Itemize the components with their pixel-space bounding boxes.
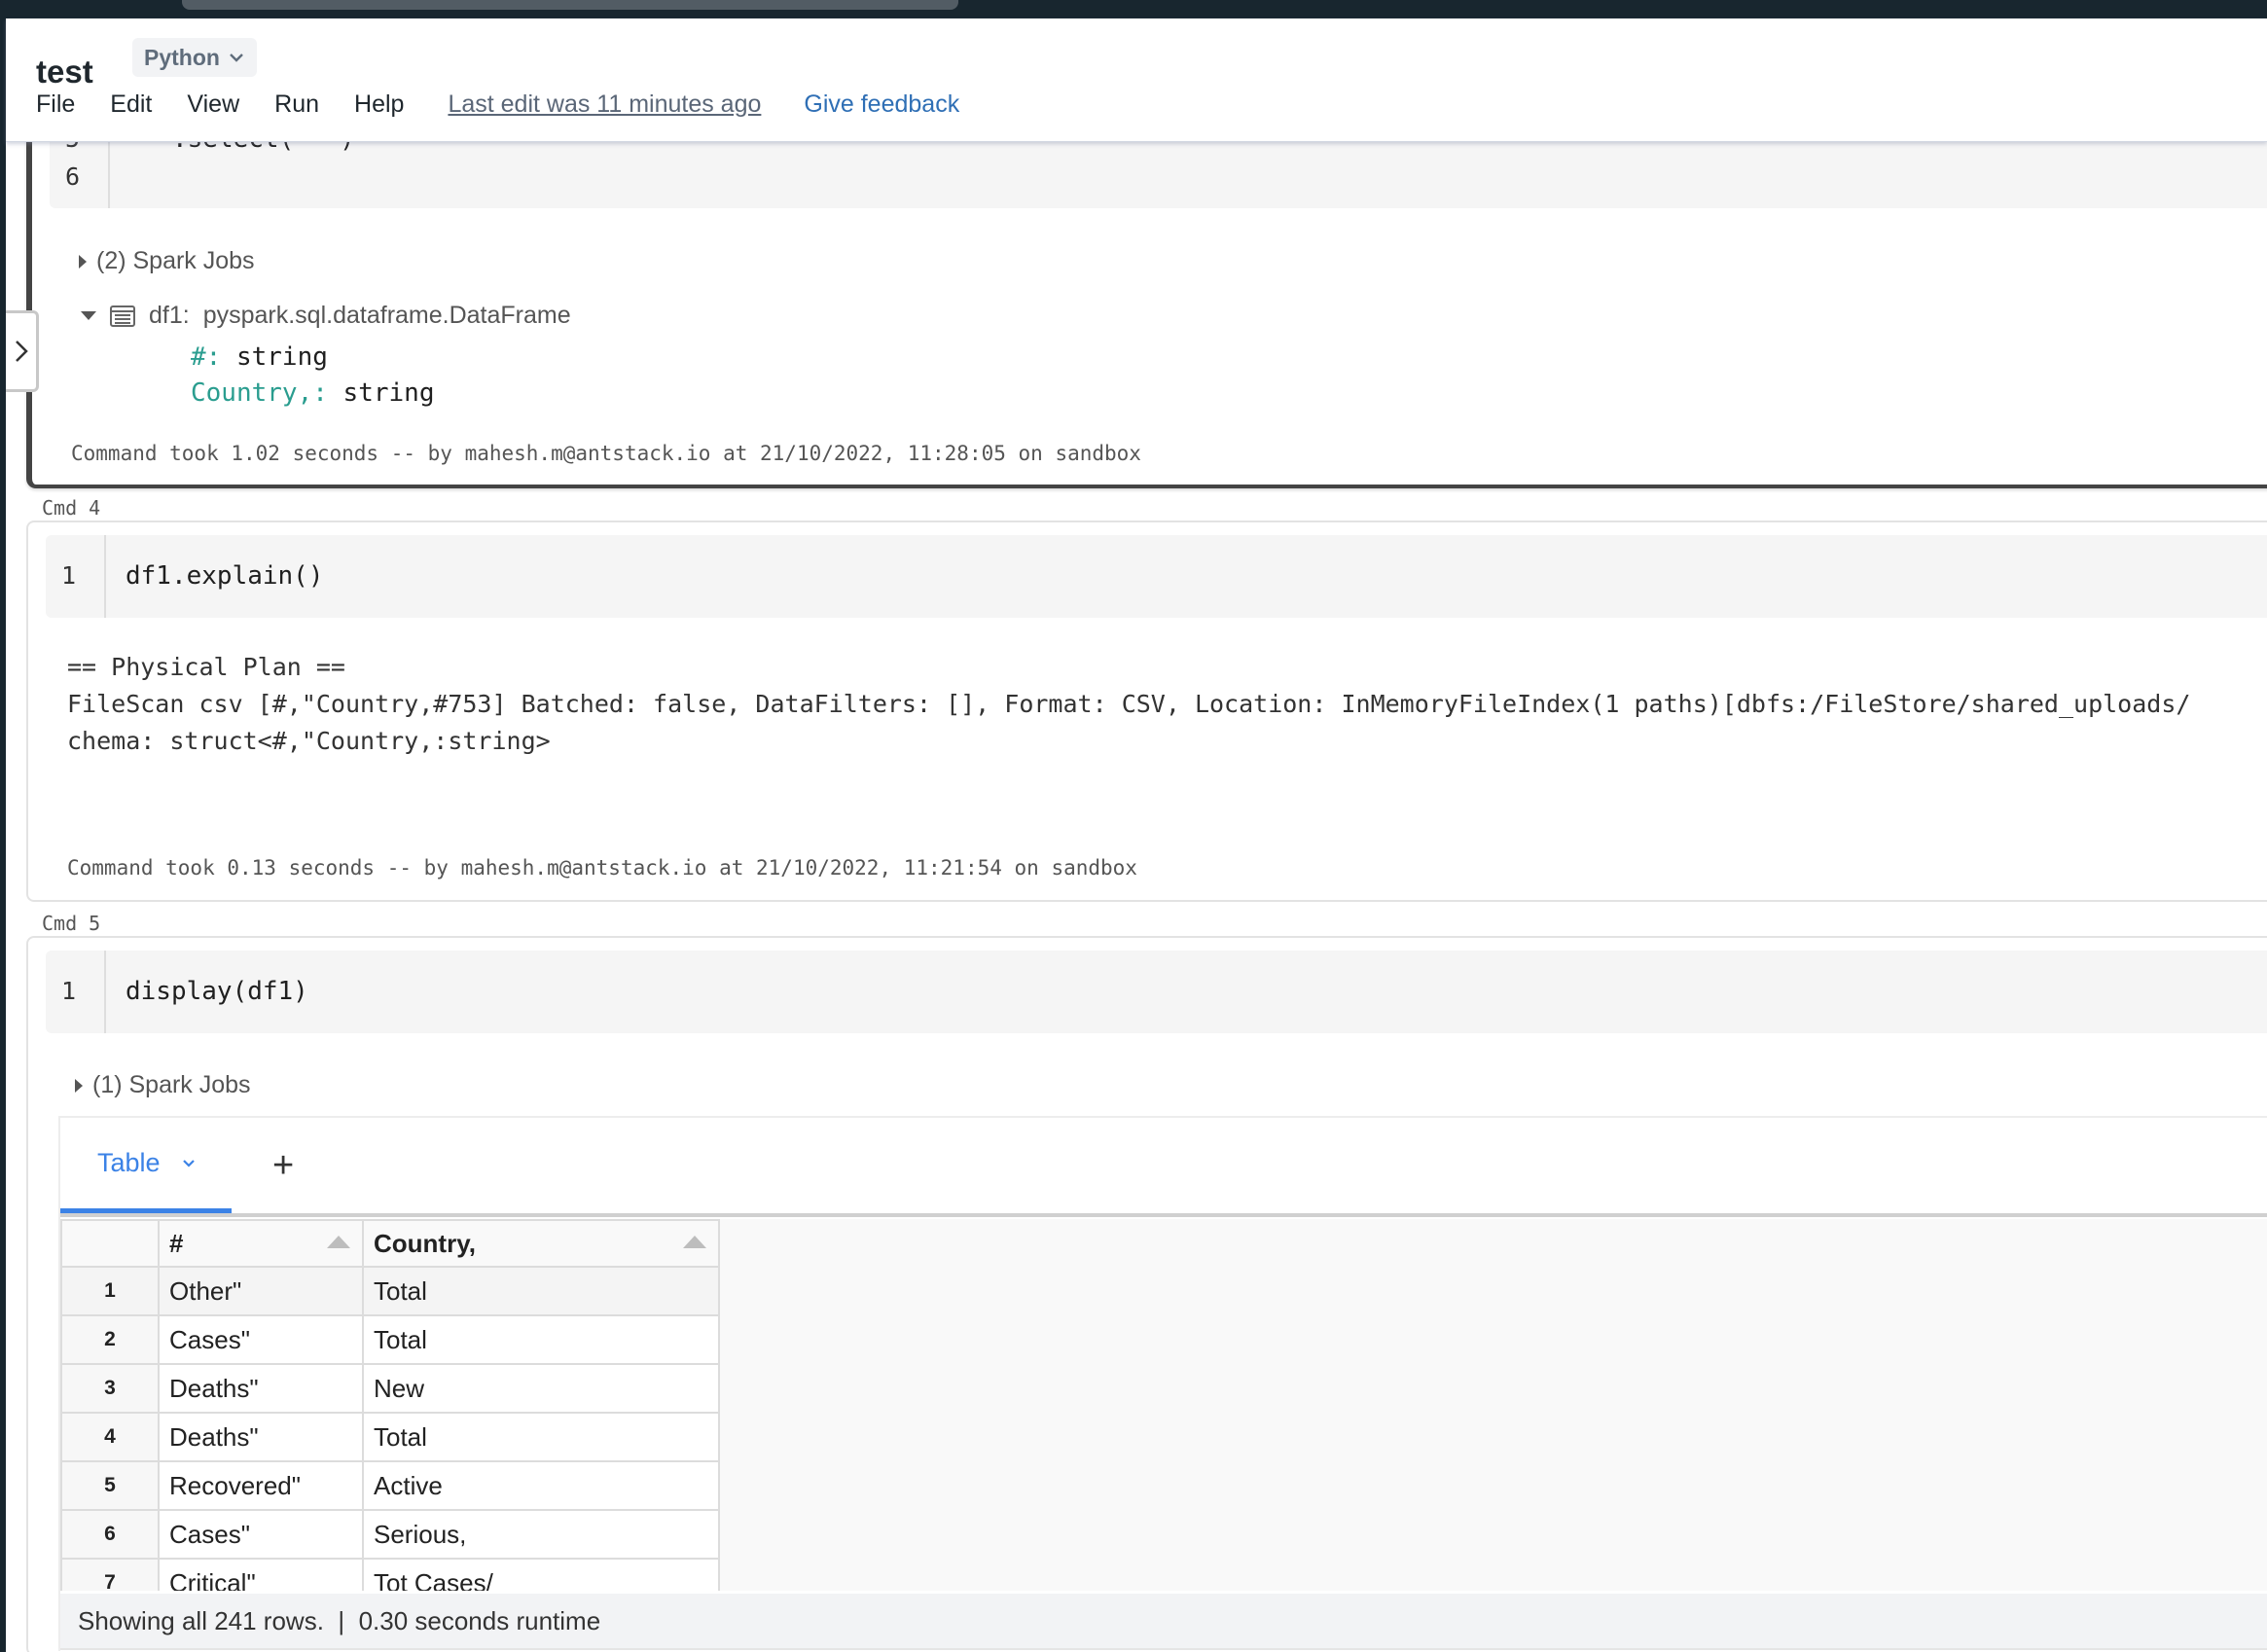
results-table[interactable]: # Country, 1 Other" Total 2 Cases" Total 3 Deat… (60, 1219, 2267, 1591)
table-cell[interactable]: New (362, 1363, 720, 1414)
cell-label: Cmd 4 (42, 496, 101, 520)
chevron-down-icon (230, 54, 243, 62)
chevron-down-icon[interactable] (182, 1159, 196, 1168)
caret-right-icon (79, 254, 87, 269)
explain-output-line: == Physical Plan == (67, 653, 345, 681)
dataframe-type: pyspark.sql.dataframe.DataFrame (202, 302, 571, 329)
sort-asc-icon[interactable] (327, 1236, 350, 1248)
menu-bar: File Edit View Run Help Last edit was 11… (36, 90, 959, 119)
sort-asc-icon[interactable] (683, 1236, 706, 1248)
menu-edit[interactable]: Edit (110, 90, 152, 119)
row-number-cell: 3 (60, 1363, 160, 1414)
display-result-panel: Table + # Country, 1 Other" Total 2 Cases" To… (58, 1116, 2267, 1651)
browser-top-bar (0, 0, 2267, 19)
command-took-status: Command took 1.02 seconds -- by mahesh.m… (71, 442, 1141, 465)
tab-divider (60, 1213, 2267, 1217)
caret-right-icon (75, 1078, 83, 1093)
table-cell[interactable]: Deaths" (158, 1412, 364, 1462)
row-number-cell: 5 (60, 1460, 160, 1511)
column-header[interactable]: # (158, 1219, 364, 1268)
caret-down-icon (81, 311, 96, 320)
table-cell[interactable]: Other" (158, 1266, 364, 1316)
row-number-cell: 6 (60, 1509, 160, 1560)
table-cell[interactable]: Deaths" (158, 1363, 364, 1414)
table-row[interactable]: 6 Cases" Serious, (60, 1509, 720, 1560)
schema-field: Country,: string (191, 378, 434, 408)
code-line: display(df1) (126, 977, 308, 1006)
code-editor[interactable]: 1 display(df1) (46, 951, 2267, 1033)
column-header-label: Country, (374, 1228, 476, 1258)
table-cell[interactable]: Total (362, 1314, 720, 1365)
menu-help[interactable]: Help (354, 90, 404, 119)
menu-run[interactable]: Run (274, 90, 319, 119)
gutter-divider (104, 535, 106, 618)
notebook-title[interactable]: test (36, 54, 93, 90)
row-number-header (60, 1219, 160, 1268)
table-row[interactable]: 2 Cases" Total (60, 1314, 720, 1365)
spark-jobs-toggle[interactable]: (1) Spark Jobs (75, 1071, 251, 1099)
table-row[interactable]: 4 Deaths" Total (60, 1412, 720, 1462)
table-cell[interactable]: Recovered" (158, 1460, 364, 1511)
explain-output-line: chema: struct<#,"Country,:string> (67, 727, 551, 755)
sidebar-expand-button[interactable] (6, 310, 39, 392)
row-count-runtime: Showing all 241 rows. | 0.30 seconds run… (78, 1605, 601, 1635)
column-header[interactable]: Country, (362, 1219, 720, 1268)
schema-field: #: string (191, 342, 328, 372)
column-header-label: # (169, 1228, 184, 1258)
menu-view[interactable]: View (187, 90, 239, 119)
row-number-cell: 4 (60, 1412, 160, 1462)
table-cell[interactable]: Active (362, 1460, 720, 1511)
language-label: Python (144, 44, 220, 70)
row-number-cell: 1 (60, 1266, 160, 1316)
line-number: 6 (65, 162, 81, 191)
code-line: df1.explain() (126, 561, 324, 591)
command-took-status: Command took 0.13 seconds -- by mahesh.m… (67, 856, 1137, 880)
line-number: 1 (61, 561, 77, 590)
schema-field-name: #: (191, 342, 222, 372)
give-feedback-link[interactable]: Give feedback (804, 90, 959, 119)
schema-field-name: Country,: (191, 378, 328, 408)
table-row[interactable]: 1 Other" Total (60, 1266, 720, 1316)
table-cell[interactable]: Tot Cases/ (362, 1558, 720, 1591)
results-footer: Showing all 241 rows. | 0.30 seconds run… (60, 1594, 2267, 1650)
table-cell[interactable]: Cases" (158, 1509, 364, 1560)
tab-table-label: Table (97, 1148, 161, 1177)
table-schema-icon (110, 305, 135, 327)
spark-jobs-toggle[interactable]: (2) Spark Jobs (79, 247, 255, 275)
add-visualization-button[interactable]: + (272, 1145, 294, 1187)
gutter-divider (104, 951, 106, 1033)
table-cell[interactable]: Cases" (158, 1314, 364, 1365)
table-row[interactable]: 5 Recovered" Active (60, 1460, 720, 1511)
cell-cmd4[interactable]: 1 df1.explain() == Physical Plan == File… (26, 521, 2267, 902)
explain-output-line: FileScan csv [#,"Country,#753] Batched: … (67, 690, 2191, 718)
schema-field-type: string (235, 342, 328, 372)
table-cell[interactable]: Total (362, 1266, 720, 1316)
workspace-search-bar[interactable] (182, 0, 958, 10)
cell-label: Cmd 5 (42, 912, 101, 935)
visualization-tab-row: Table + (60, 1118, 2267, 1213)
table-row[interactable]: 7 Critical" Tot Cases/ (60, 1558, 720, 1591)
dataframe-name: df1: (149, 302, 190, 329)
dataframe-schema-toggle[interactable]: df1: pyspark.sql.dataframe.DataFrame (81, 302, 571, 330)
line-number: 1 (61, 977, 77, 1005)
last-edit-link[interactable]: Last edit was 11 minutes ago (448, 90, 761, 119)
table-cell[interactable]: Critical" (158, 1558, 364, 1591)
table-row[interactable]: 3 Deaths" New (60, 1363, 720, 1414)
code-editor[interactable]: 1 df1.explain() (46, 535, 2267, 618)
row-number-cell: 7 (60, 1558, 160, 1591)
spark-jobs-label: (1) Spark Jobs (92, 1071, 251, 1098)
language-selector[interactable]: Python (132, 38, 257, 77)
table-cell[interactable]: Total (362, 1412, 720, 1462)
spark-jobs-label: (2) Spark Jobs (96, 247, 255, 274)
table-header-row: # Country, (60, 1219, 720, 1268)
notebook-header: test Python File Edit View Run Help Last… (6, 18, 2267, 142)
chevron-right-icon (15, 341, 28, 362)
tab-table[interactable]: Table (60, 1118, 232, 1213)
menu-file[interactable]: File (36, 90, 75, 119)
schema-field-type: string (342, 378, 435, 408)
row-number-cell: 2 (60, 1314, 160, 1365)
table-cell[interactable]: Serious, (362, 1509, 720, 1560)
